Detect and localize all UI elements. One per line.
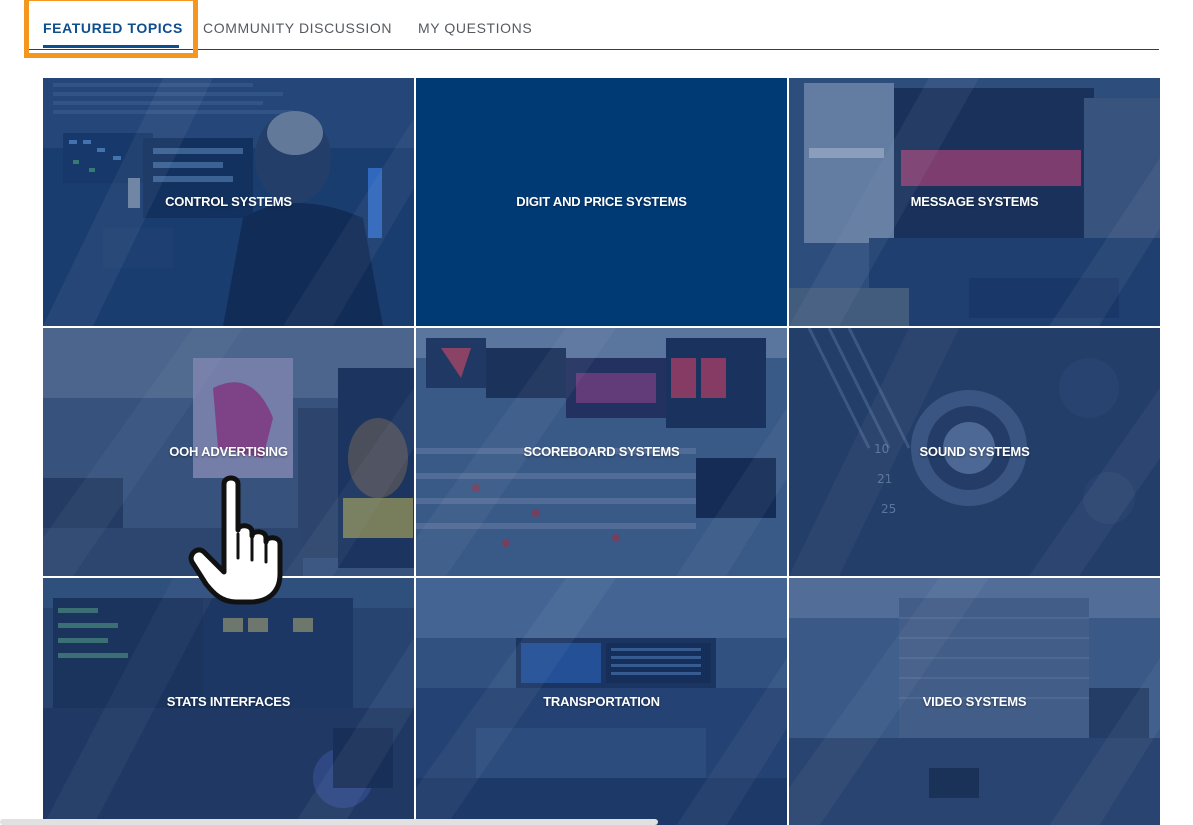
topic-tile-digit-and-price-systems[interactable]: DIGIT AND PRICE SYSTEMS	[416, 78, 787, 326]
topics-grid: CONTROL SYSTEMS DIGIT AND PRICE SYSTEMS	[43, 78, 1160, 825]
topic-tile-transportation[interactable]: TRANSPORTATION	[416, 578, 787, 825]
topic-tile-video-systems[interactable]: VIDEO SYSTEMS	[789, 578, 1160, 825]
tab-community-discussion[interactable]: COMMUNITY DISCUSSION	[203, 20, 392, 36]
topic-label: CONTROL SYSTEMS	[165, 194, 292, 209]
featured-topics-page: FEATURED TOPICS COMMUNITY DISCUSSION MY …	[0, 0, 1193, 825]
topic-tile-ooh-advertising[interactable]: OOH ADVERTISING	[43, 328, 414, 576]
topic-tile-message-systems[interactable]: MESSAGE SYSTEMS	[789, 78, 1160, 326]
topic-label: DIGIT AND PRICE SYSTEMS	[516, 194, 687, 209]
topic-label: STATS INTERFACES	[166, 694, 291, 709]
topic-label: MESSAGE SYSTEMS	[910, 194, 1039, 209]
horizontal-scrollbar[interactable]	[0, 819, 658, 825]
topic-label: VIDEO SYSTEMS	[922, 694, 1027, 709]
tab-featured-topics[interactable]: FEATURED TOPICS	[43, 20, 183, 36]
topic-tabs: FEATURED TOPICS COMMUNITY DISCUSSION MY …	[28, 0, 1159, 50]
topic-tile-control-systems[interactable]: CONTROL SYSTEMS	[43, 78, 414, 326]
topic-label: OOH ADVERTISING	[169, 444, 288, 459]
topic-tile-scoreboard-systems[interactable]: SCOREBOARD SYSTEMS	[416, 328, 787, 576]
topic-label: TRANSPORTATION	[543, 694, 660, 709]
topic-tile-sound-systems[interactable]: 10 21 25 SOUND SYSTEMS	[789, 328, 1160, 576]
tab-my-questions[interactable]: MY QUESTIONS	[418, 20, 532, 36]
topic-tile-stats-interfaces[interactable]: STATS INTERFACES	[43, 578, 414, 825]
topic-label: SOUND SYSTEMS	[919, 444, 1030, 459]
active-tab-indicator	[43, 45, 179, 48]
topic-label: SCOREBOARD SYSTEMS	[523, 444, 680, 459]
